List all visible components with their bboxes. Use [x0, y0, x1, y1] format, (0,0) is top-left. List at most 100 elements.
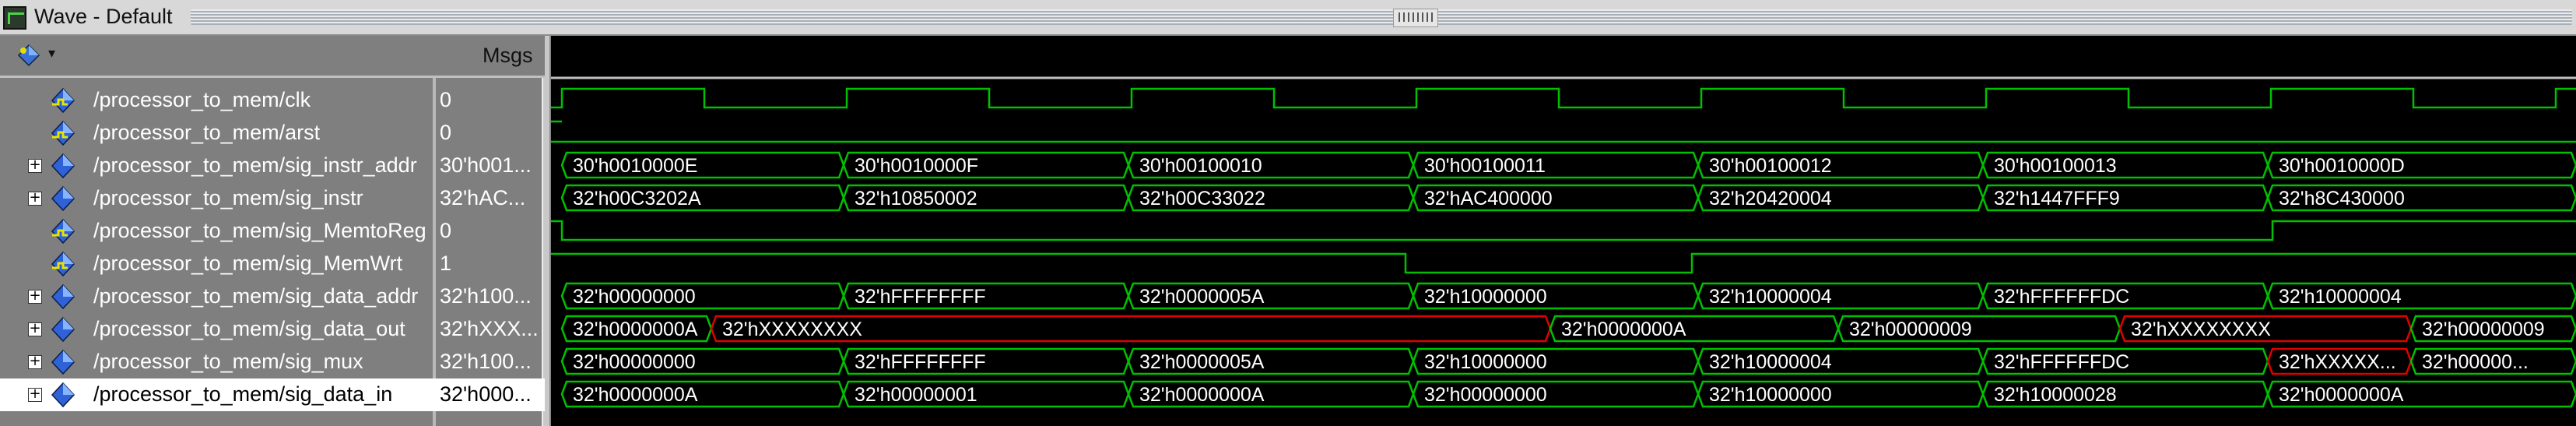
signal-row[interactable]: + /processor_to_mem/sig_data_out 32'hXXX..…	[0, 313, 545, 346]
sig-data-in-value-label: 32'h10000000	[1709, 384, 1832, 406]
sig-instr-addr-value-label: 30'h00100011	[1424, 155, 1546, 177]
sig-data-addr-value-label: 32'h10000004	[1709, 286, 1832, 308]
signal-name: /processor_to_mem/sig_mux	[93, 350, 363, 373]
sig-mux-value-label: 32'hFFFFFFFF	[855, 351, 986, 373]
wave-window-icon[interactable]	[3, 6, 26, 30]
sig-instr-value-label: 32'hAC400000	[1424, 188, 1553, 209]
signal-name: /processor_to_mem/sig_data_in	[93, 382, 393, 406]
sig-data-out-value-label: 32'h0000000A	[573, 319, 698, 340]
dock-grip-handle[interactable]	[1393, 9, 1438, 27]
sig-mux-value-label: 32'h00000000	[573, 351, 696, 373]
signal-row[interactable]: /processor_to_mem/clk 0	[0, 84, 545, 117]
signal-header-row: ▾ Msgs	[0, 36, 545, 78]
sig-instr-addr-value-label: 30'h00100013	[1994, 155, 2117, 177]
signal-diamond-icon	[51, 283, 75, 310]
sig-instr-value-label: 32'h00C3202A	[573, 188, 701, 209]
sig-data-in-value-label: 32'h0000000A	[573, 384, 698, 406]
signal-value: 0	[440, 219, 452, 242]
sig-data-out-value-label: 32'h00000009	[1849, 319, 1972, 340]
signal-diamond-icon	[51, 153, 75, 179]
signal-name: /processor_to_mem/clk	[93, 88, 311, 111]
sig-instr-addr-value-label: 30'h0010000D	[2279, 155, 2405, 177]
sig-instr-addr-value-label: 30'h00100010	[1139, 155, 1262, 177]
signal-value: 0	[440, 121, 452, 144]
memwrt-waveform	[551, 252, 2576, 274]
memtoreg-waveform	[551, 220, 2576, 241]
signal-name: /processor_to_mem/sig_data_out	[93, 317, 405, 340]
signal-name: /processor_to_mem/sig_instr_addr	[93, 153, 417, 177]
signal-row[interactable]: /processor_to_mem/sig_MemtoReg 0	[0, 215, 545, 248]
waveform-canvas[interactable]: 30'h0010000E 30'h0010000F 30'h00100010 30'h…	[551, 36, 2576, 426]
signal-name: /processor_to_mem/sig_MemtoReg	[93, 219, 426, 242]
signal-row[interactable]: + /processor_to_mem/sig_data_addr 32'h100.…	[0, 280, 545, 313]
expand-icon[interactable]: +	[28, 158, 42, 173]
window-title: Wave - Default	[34, 5, 173, 28]
sig-data-in-value-label: 32'h00000001	[855, 384, 977, 406]
msgs-column-header: Msgs	[483, 44, 533, 67]
sig-data-addr-value-label: 32'h00000000	[573, 286, 696, 308]
sig-instr-addr-value-label: 30'h00100012	[1709, 155, 1832, 177]
signal-diamond-icon	[51, 185, 75, 212]
signal-value: 32'h100...	[440, 284, 532, 308]
expand-icon[interactable]: +	[28, 289, 42, 304]
signal-name: /processor_to_mem/sig_data_addr	[93, 284, 419, 308]
expand-icon[interactable]: +	[28, 387, 42, 402]
sig-mux-value-label: 32'h00000...	[2422, 351, 2529, 373]
signal-value: 32'hXXX...	[440, 317, 538, 340]
expand-icon[interactable]: +	[28, 322, 42, 336]
sig-data-out-value-label: 32'hXXXXXXXX	[2131, 319, 2271, 340]
sig-mux-value-label: 32'hXXXXX...	[2279, 351, 2396, 373]
signal-row[interactable]: + /processor_to_mem/sig_data_in 32'h000...	[0, 378, 545, 411]
signal-diamond-icon	[51, 382, 75, 408]
expand-icon[interactable]: +	[28, 354, 42, 369]
signal-value: 32'hAC...	[440, 186, 526, 209]
sig-instr-addr-value-label: 30'h0010000E	[573, 155, 698, 177]
signal-row[interactable]: + /processor_to_mem/sig_instr_addr 30'h001…	[0, 150, 545, 182]
signal-diamond-icon	[51, 87, 75, 114]
title-bar: Wave - Default	[0, 0, 2576, 36]
signal-diamond-icon	[51, 316, 75, 343]
signal-row[interactable]: + /processor_to_mem/sig_mux 32'h100...	[0, 346, 545, 378]
sig-data-out-value-label: 32'hXXXXXXXX	[722, 319, 862, 340]
sig-data-addr-value-label: 32'h0000005A	[1139, 286, 1265, 308]
wave-tool-icon[interactable]	[17, 44, 40, 67]
sig-data-addr-value-label: 32'hFFFFFFDC	[1994, 286, 2129, 308]
sig-data-addr-value-label: 32'h10000000	[1424, 286, 1547, 308]
signal-diamond-icon	[51, 120, 75, 146]
signal-row[interactable]: /processor_to_mem/arst 0	[0, 117, 545, 150]
expand-icon[interactable]: +	[28, 191, 42, 206]
sig-data-in-value-label: 32'h0000000A	[1139, 384, 1265, 406]
clk-waveform	[551, 87, 2576, 109]
signal-diamond-icon	[51, 251, 75, 277]
signal-name: /processor_to_mem/sig_MemWrt	[93, 252, 403, 275]
sig-instr-value-label: 32'h10850002	[855, 188, 977, 209]
sig-data-addr-value-label: 32'h10000004	[2279, 286, 2402, 308]
sig-instr-addr-value-label: 30'h0010000F	[855, 155, 978, 177]
sig-mux-value-label: 32'h0000005A	[1139, 351, 1265, 373]
signal-value: 30'h001...	[440, 153, 532, 177]
title-grip[interactable]	[191, 9, 2572, 25]
sig-mux-value-label: 32'h10000004	[1709, 351, 1832, 373]
signal-row[interactable]: + /processor_to_mem/sig_instr 32'hAC...	[0, 182, 545, 215]
sig-mux-value-label: 32'hFFFFFFDC	[1994, 351, 2129, 373]
signal-name: /processor_to_mem/sig_instr	[93, 186, 363, 209]
chevron-down-icon[interactable]: ▾	[48, 45, 55, 62]
sig-instr-value-label: 32'h8C430000	[2279, 188, 2405, 209]
signal-value: 1	[440, 252, 452, 275]
sig-data-addr-value-label: 32'hFFFFFFFF	[855, 286, 986, 308]
sig-data-in-value-label: 32'h00000000	[1424, 384, 1547, 406]
signal-value: 32'h100...	[440, 350, 532, 373]
sig-data-out-value-label: 32'h0000000A	[1561, 319, 1686, 340]
signal-diamond-icon	[51, 218, 75, 245]
wave-header-band	[551, 36, 2576, 78]
sig-instr-value-label: 32'h00C33022	[1139, 188, 1265, 209]
signal-value: 0	[440, 88, 452, 111]
sig-data-in-value-label: 32'h0000000A	[2279, 384, 2404, 406]
signal-row[interactable]: /processor_to_mem/sig_MemWrt 1	[0, 248, 545, 280]
sig-data-in-value-label: 32'h10000028	[1994, 384, 2117, 406]
sig-mux-value-label: 32'h10000000	[1424, 351, 1547, 373]
signal-diamond-icon	[51, 349, 75, 375]
signal-value: 32'h000...	[440, 382, 532, 406]
sig-data-out-value-label: 32'h00000009	[2422, 319, 2545, 340]
sig-instr-value-label: 32'h20420004	[1709, 188, 1832, 209]
